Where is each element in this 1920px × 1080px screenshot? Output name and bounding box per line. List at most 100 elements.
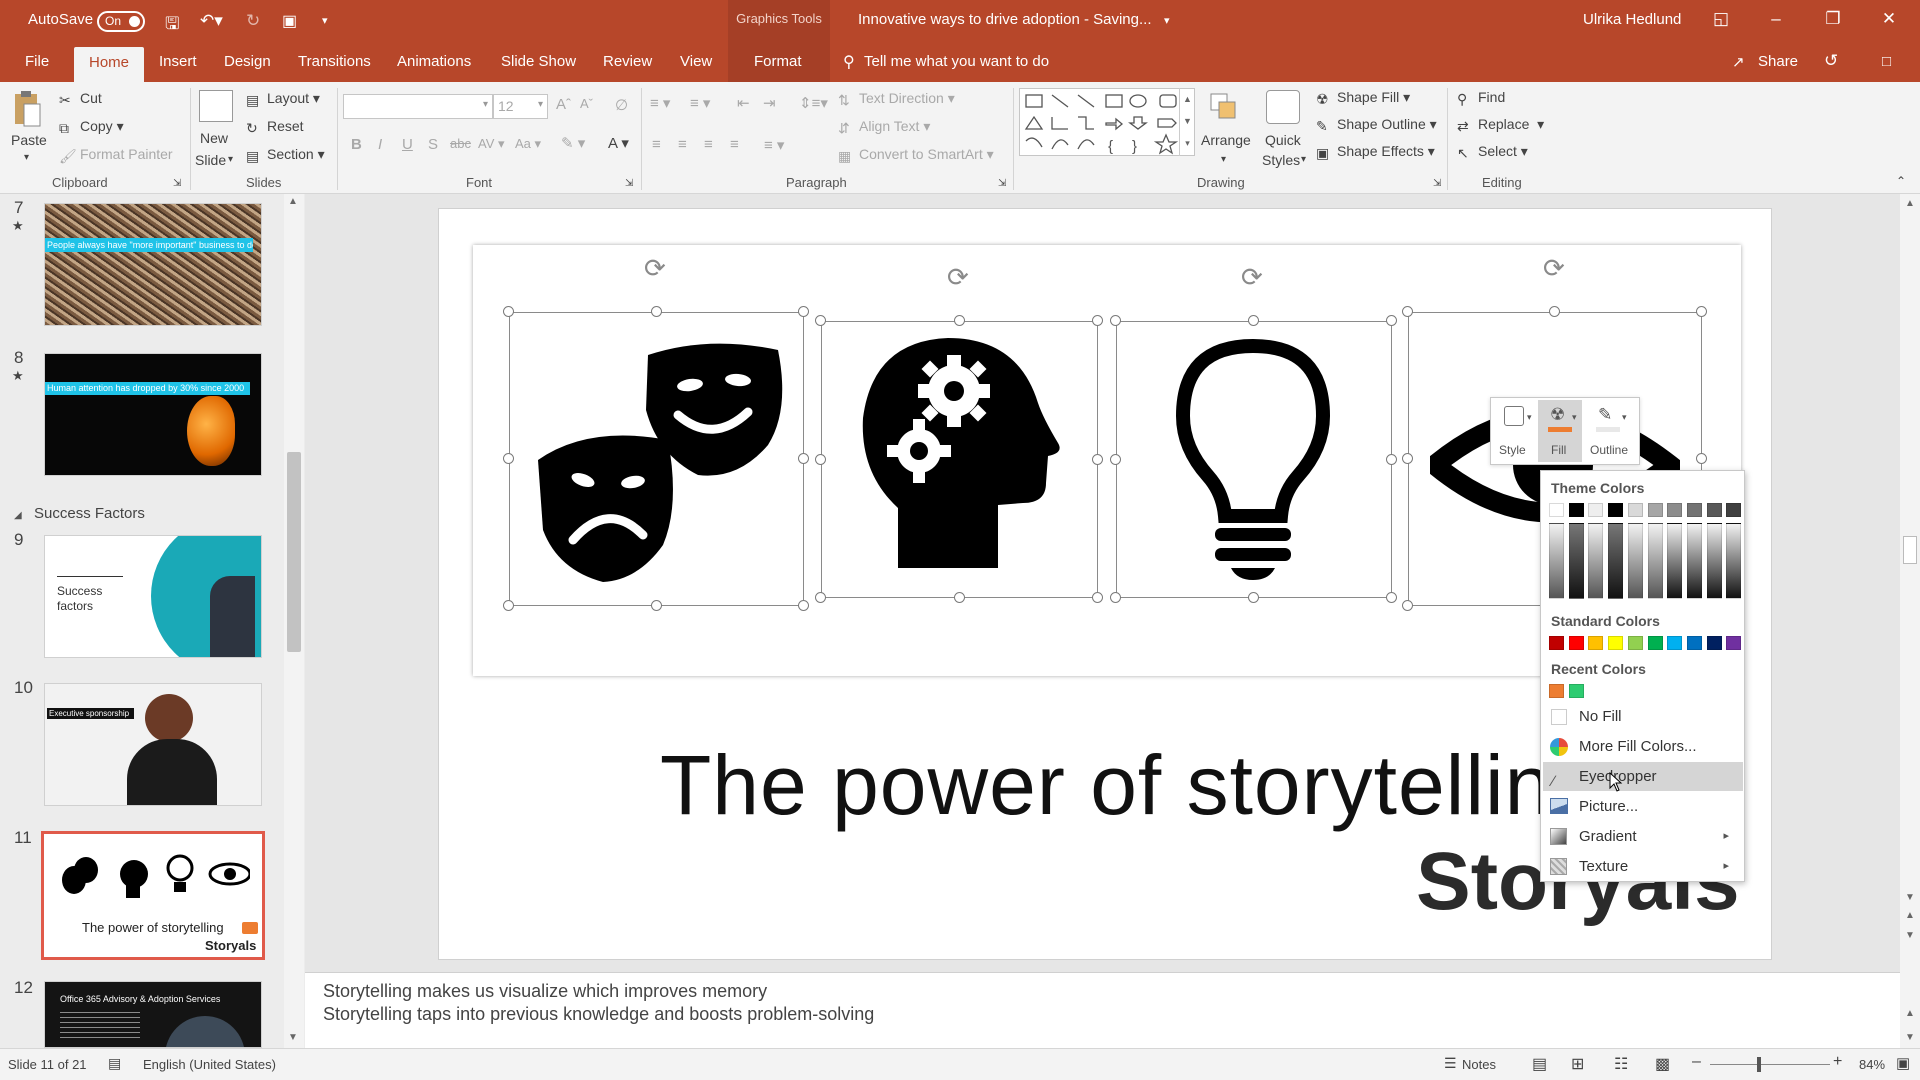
theme-color-shade-column[interactable] <box>1706 523 1722 599</box>
arrange-icon[interactable] <box>1209 92 1239 122</box>
new-slide-button[interactable]: New <box>200 130 228 146</box>
drawing-launcher-icon[interactable]: ⇲ <box>1433 178 1441 189</box>
editor-scrollbar[interactable]: ▲ ▼ ▲ ▼ ▲ ▼ <box>1900 194 1920 1048</box>
section-collapse-icon[interactable]: ◢ <box>14 510 22 521</box>
gradient-fill-item[interactable]: Gradient ▸ <box>1543 822 1743 851</box>
tab-view[interactable]: View <box>680 53 712 70</box>
align-text-button[interactable]: ⇵ Align Text ▾ <box>838 118 930 136</box>
scroll-thumb[interactable] <box>287 452 301 652</box>
resize-handle[interactable] <box>1386 315 1397 326</box>
find-button[interactable]: ⚲ Find <box>1457 89 1505 107</box>
shape-outline-button[interactable]: ✎ Shape Outline ▾ <box>1316 116 1437 134</box>
cut-button[interactable]: ✂ Cut <box>59 90 102 108</box>
resize-handle[interactable] <box>650 600 662 611</box>
resize-handle[interactable] <box>953 315 965 326</box>
theater-masks-icon[interactable] <box>528 330 788 590</box>
texture-fill-item[interactable]: Texture ▸ <box>1543 852 1743 881</box>
notes-pane[interactable]: Storytelling makes us visualize which im… <box>305 972 1900 1048</box>
resize-handle[interactable] <box>1110 453 1121 465</box>
tab-animations[interactable]: Animations <box>397 53 471 70</box>
user-name[interactable]: Ulrika Hedlund <box>1583 11 1681 28</box>
style-button[interactable]: ▾ Style <box>1493 400 1537 462</box>
theme-color-shade-column[interactable] <box>1588 523 1604 599</box>
comments-icon[interactable]: □ <box>1882 53 1891 70</box>
resize-handle[interactable] <box>503 600 514 611</box>
slideshow-icon[interactable]: ▩ <box>1655 1054 1670 1074</box>
decrease-indent-icon[interactable]: ⇤ <box>737 94 750 112</box>
resize-handle[interactable] <box>1248 592 1259 603</box>
resize-handle[interactable] <box>1402 453 1413 464</box>
layout-button[interactable]: ▤ Layout ▾ <box>246 90 320 108</box>
theme-color-shade-column[interactable] <box>1647 523 1663 599</box>
theme-color-shade-column[interactable] <box>1608 523 1624 599</box>
convert-smartart-button[interactable]: ▦ Convert to SmartArt ▾ <box>838 146 994 164</box>
resize-handle[interactable] <box>815 592 826 603</box>
tab-slide-show[interactable]: Slide Show <box>501 53 576 70</box>
more-fill-colors-item[interactable]: More Fill Colors... <box>1543 732 1743 761</box>
clear-formatting-icon[interactable]: ∅ <box>615 96 628 114</box>
copy-button[interactable]: ⧉ Copy ▾ <box>59 118 124 136</box>
theme-color-swatch[interactable] <box>1608 503 1624 517</box>
zoom-level[interactable]: 84% <box>1859 1057 1885 1072</box>
bold-icon[interactable]: B <box>351 136 362 153</box>
resize-handle[interactable] <box>503 453 514 464</box>
rotate-handle-icon[interactable]: ⟳ <box>947 262 969 293</box>
arrange-dropdown-icon[interactable]: ▾ <box>1221 154 1226 165</box>
autosave-toggle[interactable]: On <box>97 11 145 32</box>
new-slide-label-2[interactable]: Slide <box>195 152 226 168</box>
paste-dropdown-icon[interactable]: ▾ <box>24 152 29 163</box>
rotate-handle-icon[interactable]: ⟳ <box>1543 253 1565 284</box>
resize-handle[interactable] <box>1402 600 1413 611</box>
normal-view-icon[interactable]: ▤ <box>1532 1054 1547 1074</box>
resize-handle[interactable] <box>1092 315 1103 326</box>
resize-handle[interactable] <box>1110 592 1121 603</box>
resize-handle[interactable] <box>1696 453 1707 464</box>
resize-handle[interactable] <box>1402 306 1413 317</box>
tab-transitions[interactable]: Transitions <box>298 53 371 70</box>
theme-color-swatch[interactable] <box>1706 503 1722 517</box>
replace-button[interactable]: ⇄ Replace ▾ <box>1457 116 1544 134</box>
outline-button[interactable]: ✎ ▾ Outline <box>1584 400 1638 462</box>
present-icon[interactable]: ▣ <box>282 11 297 31</box>
shapes-gallery[interactable]: {} <box>1019 88 1195 156</box>
resize-handle[interactable] <box>1386 453 1397 465</box>
font-size-box[interactable]: 12 ▾ <box>493 94 548 119</box>
theme-color-swatch[interactable] <box>1549 503 1564 517</box>
new-slide-dropdown-icon[interactable]: ▾ <box>228 154 233 165</box>
shapes-gallery-scroll[interactable]: ▲ ▼ ▾ <box>1179 88 1195 156</box>
fit-to-window-icon[interactable]: ▣ <box>1896 1054 1910 1072</box>
resize-handle[interactable] <box>798 453 809 464</box>
reading-view-icon[interactable]: ☷ <box>1614 1054 1628 1074</box>
change-case-icon[interactable]: Aa ▾ <box>515 136 541 152</box>
resize-handle[interactable] <box>1110 315 1121 326</box>
minimize-icon[interactable]: – <box>1761 9 1791 29</box>
resize-handle[interactable] <box>1092 453 1103 465</box>
reset-button[interactable]: ↻ Reset <box>246 118 304 136</box>
next-slide-icon[interactable]: ▼ <box>1905 930 1915 941</box>
standard-color-swatch[interactable] <box>1588 636 1604 650</box>
quick-styles-icon[interactable] <box>1266 90 1300 124</box>
resize-handle[interactable] <box>503 306 514 317</box>
quick-styles-button[interactable]: Quick <box>1265 132 1301 148</box>
history-icon[interactable]: ↺ <box>1824 51 1838 71</box>
customize-qat-icon[interactable]: ▾ <box>322 14 328 27</box>
resize-handle[interactable] <box>798 306 809 317</box>
standard-color-swatch[interactable] <box>1647 636 1663 650</box>
notes-icon[interactable]: ☰ <box>1444 1055 1457 1072</box>
undo-icon[interactable]: ↶▾ <box>200 11 223 31</box>
standard-color-swatch[interactable] <box>1568 636 1584 650</box>
tab-insert[interactable]: Insert <box>159 53 197 70</box>
select-button[interactable]: ↖ Select ▾ <box>1457 143 1528 161</box>
slide-thumbnail-11[interactable]: The power of storytelling Storyals <box>41 831 265 960</box>
paste-icon[interactable] <box>12 90 42 127</box>
zoom-in-icon[interactable]: + <box>1833 1053 1842 1071</box>
standard-color-swatch[interactable] <box>1627 636 1643 650</box>
section-button[interactable]: ▤ Section ▾ <box>246 146 325 164</box>
zoom-slider[interactable] <box>1710 1064 1830 1065</box>
rotate-handle-icon[interactable]: ⟳ <box>644 253 666 284</box>
slide-thumbnail-7[interactable]: People always have "more important" busi… <box>44 203 262 326</box>
shape-effects-button[interactable]: ▣ Shape Effects ▾ <box>1316 143 1435 161</box>
align-center-icon[interactable]: ≡ <box>678 136 687 153</box>
tab-home[interactable]: Home <box>74 47 145 82</box>
text-direction-button[interactable]: ⇅ Text Direction ▾ <box>838 90 955 108</box>
